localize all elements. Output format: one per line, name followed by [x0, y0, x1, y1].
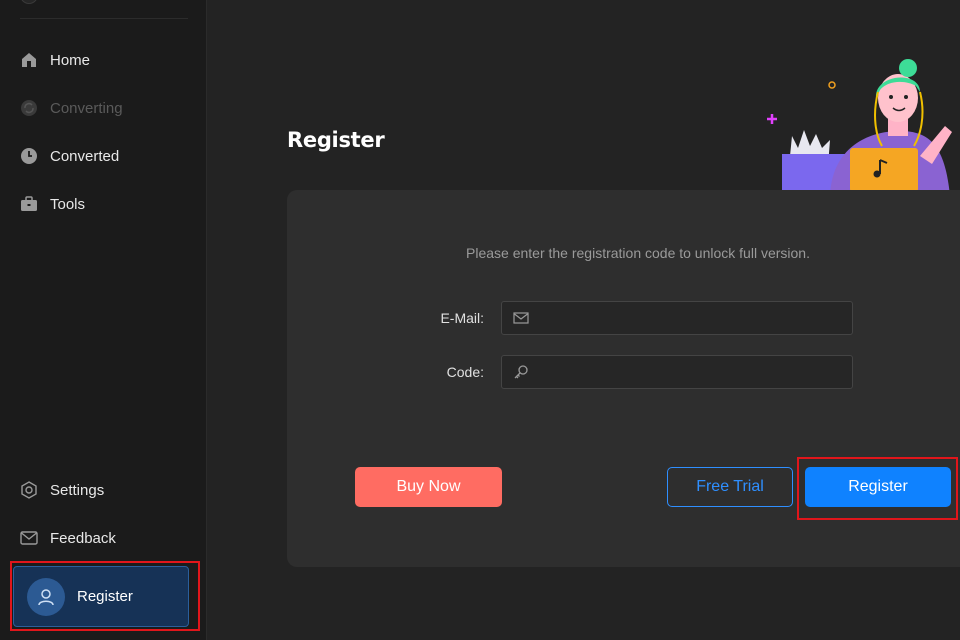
illustration	[767, 59, 952, 196]
toolbox-icon	[20, 195, 38, 213]
sidebar-item-label: Home	[50, 51, 91, 69]
sidebar-register-button[interactable]: Register	[13, 566, 189, 627]
gear-icon	[20, 481, 38, 499]
page-title: Register	[287, 128, 385, 152]
email-field[interactable]	[501, 301, 853, 335]
email-label: E-Mail:	[440, 310, 484, 326]
key-icon	[512, 363, 530, 381]
code-label: Code:	[446, 364, 484, 380]
sidebar-item-label: Converting	[50, 99, 123, 117]
sidebar-item-home[interactable]: Home	[20, 48, 90, 72]
home-icon	[20, 51, 38, 69]
sidebar-item-label: Settings	[50, 481, 105, 499]
converting-icon	[20, 99, 38, 117]
envelope-icon	[512, 309, 530, 327]
sidebar-register-label: Register	[77, 588, 133, 605]
code-field[interactable]	[501, 355, 853, 389]
register-button[interactable]: Register	[805, 467, 951, 507]
free-trial-button[interactable]: Free Trial	[667, 467, 793, 507]
sidebar-item-converting[interactable]: Converting	[20, 96, 123, 120]
sidebar-item-settings[interactable]: Settings	[20, 478, 104, 502]
app-logo	[20, 0, 38, 4]
sidebar-item-converted[interactable]: Converted	[20, 144, 119, 168]
sidebar: Home Converting Converted Tools Settings…	[0, 0, 207, 640]
code-input[interactable]	[530, 356, 852, 388]
sidebar-item-label: Tools	[50, 195, 86, 213]
user-icon	[27, 577, 65, 616]
sidebar-item-tools[interactable]: Tools	[20, 192, 85, 216]
email-input[interactable]	[530, 302, 852, 334]
sidebar-item-label: Feedback	[50, 529, 116, 547]
sidebar-item-label: Converted	[50, 147, 120, 165]
clock-icon	[20, 147, 38, 165]
sidebar-divider	[20, 18, 188, 19]
sidebar-item-feedback[interactable]: Feedback	[20, 526, 116, 550]
mail-icon	[20, 529, 38, 547]
buy-now-button[interactable]: Buy Now	[355, 467, 502, 507]
instruction-text: Please enter the registration code to un…	[466, 245, 810, 261]
